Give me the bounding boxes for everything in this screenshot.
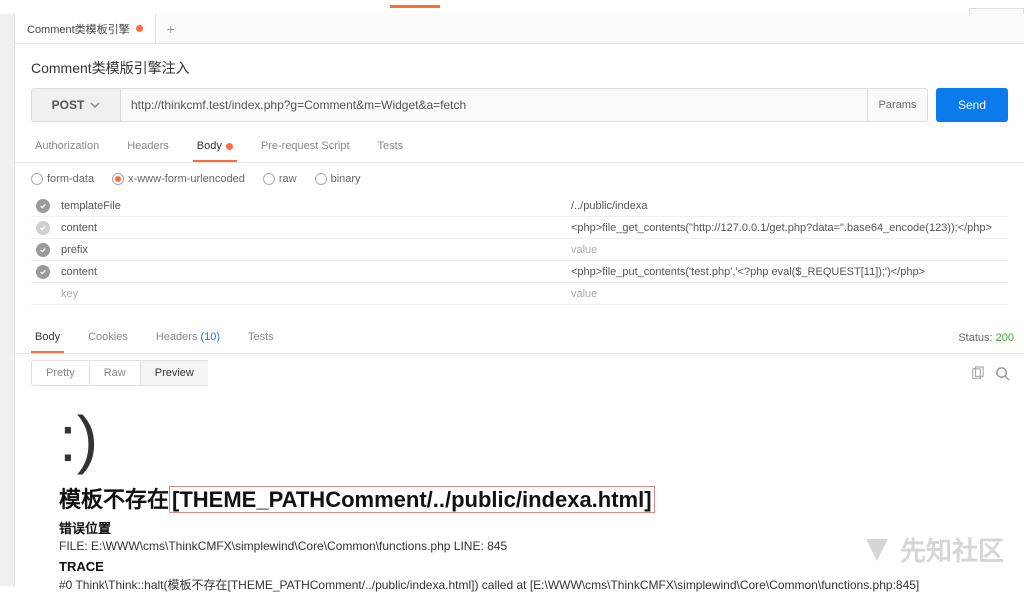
error-file-line: FILE: E:\WWW\cms\ThinkCMFX\simplewind\Co…: [59, 539, 980, 553]
response-tabs: Body Cookies Headers (10) Tests Status: …: [15, 323, 1024, 354]
request-tab-bar: Comment类模板引擎 +: [15, 14, 1024, 44]
resp-headers-label: Headers: [156, 331, 198, 343]
kv-value[interactable]: <php>file_get_contents("http://127.0.0.1…: [565, 222, 1008, 234]
error-trace-line: #0 Think\Think::halt(模板不存在[THEME_PATHCom…: [59, 576, 980, 593]
status-label: Status:: [958, 332, 992, 344]
watermark-logo-icon: [862, 535, 892, 565]
kv-key[interactable]: key: [55, 288, 565, 300]
radio-binary[interactable]: binary: [315, 173, 361, 185]
radio-label: binary: [331, 173, 361, 185]
radio-form-data[interactable]: form-data: [31, 173, 94, 185]
radio-urlencoded[interactable]: x-www-form-urlencoded: [112, 173, 245, 185]
radio-label: x-www-form-urlencoded: [128, 173, 245, 185]
copy-icon[interactable]: [970, 366, 985, 381]
row-toggle[interactable]: [31, 243, 55, 257]
body-kv-table: templateFile /../public/indexa content <…: [15, 195, 1024, 305]
response-view-tabs: Pretty Raw Preview: [15, 354, 1024, 392]
kv-row[interactable]: content <php>file_put_contents('test.php…: [31, 261, 1008, 283]
resp-tab-tests[interactable]: Tests: [244, 323, 278, 353]
error-title-highlight: [THEME_PATHComment/../public/indexa.html…: [169, 486, 655, 513]
http-method-select[interactable]: POST: [31, 88, 121, 122]
radio-label: form-data: [47, 173, 94, 185]
request-tab[interactable]: Comment类模板引擎: [15, 14, 156, 43]
tab-prerequest[interactable]: Pre-request Script: [257, 132, 354, 162]
error-title-pre: 模板不存在: [59, 487, 169, 512]
send-button[interactable]: Send: [936, 88, 1008, 122]
resp-tab-cookies[interactable]: Cookies: [84, 323, 132, 353]
watermark-text: 先知社区: [900, 531, 1004, 568]
kv-key[interactable]: content: [55, 222, 565, 234]
left-gutter: [0, 14, 15, 586]
row-toggle[interactable]: [31, 221, 55, 235]
request-subtabs: Authorization Headers Body Pre-request S…: [15, 132, 1024, 163]
method-label: POST: [52, 98, 85, 112]
body-type-radios: form-data x-www-form-urlencoded raw bina…: [15, 163, 1024, 195]
error-title: 模板不存在[THEME_PATHComment/../public/indexa…: [59, 482, 980, 514]
resp-tab-body[interactable]: Body: [31, 323, 64, 353]
kv-row-empty[interactable]: key value: [31, 283, 1008, 305]
tab-label: Comment类模板引擎: [27, 21, 130, 37]
dot-icon: [226, 143, 233, 150]
main-panel: Comment类模板引擎 + Comment类模版引擎注入 POST Param…: [15, 14, 1024, 609]
view-pretty[interactable]: Pretty: [31, 360, 89, 386]
error-location-heading: 错误位置: [59, 518, 980, 537]
response-preview: :) 模板不存在[THEME_PATHComment/../public/ind…: [15, 392, 1024, 609]
view-preview[interactable]: Preview: [140, 360, 208, 386]
kv-key[interactable]: prefix: [55, 244, 565, 256]
kv-value[interactable]: <php>file_put_contents('test.php','<?php…: [565, 266, 1008, 278]
kv-row[interactable]: prefix value: [31, 239, 1008, 261]
status-code: 200: [996, 332, 1014, 344]
url-input[interactable]: [121, 88, 868, 122]
tab-authorization[interactable]: Authorization: [31, 132, 103, 162]
check-icon: [39, 246, 47, 254]
response-actions: [970, 366, 1010, 381]
kv-key[interactable]: templateFile: [55, 200, 565, 212]
error-face-icon: :): [59, 402, 980, 476]
tab-body-label: Body: [197, 140, 222, 152]
check-icon: [39, 268, 47, 276]
tab-tests[interactable]: Tests: [374, 132, 408, 162]
radio-raw[interactable]: raw: [263, 173, 297, 185]
tab-headers[interactable]: Headers: [123, 132, 173, 162]
check-icon: [39, 224, 47, 232]
kv-row[interactable]: templateFile /../public/indexa: [31, 195, 1008, 217]
kv-value[interactable]: value: [565, 288, 1008, 300]
kv-key[interactable]: content: [55, 266, 565, 278]
watermark: 先知社区: [862, 531, 1004, 568]
tab-body[interactable]: Body: [193, 132, 237, 162]
search-icon[interactable]: [995, 366, 1010, 381]
check-icon: [39, 202, 47, 210]
add-tab-button[interactable]: +: [156, 14, 186, 43]
row-toggle[interactable]: [31, 199, 55, 213]
kv-value[interactable]: value: [565, 244, 1008, 256]
top-accent-bar: [390, 5, 440, 8]
chevron-down-icon: [90, 100, 100, 110]
row-toggle[interactable]: [31, 265, 55, 279]
request-title: Comment类模版引擎注入: [15, 44, 1024, 88]
radio-label: raw: [279, 173, 297, 185]
params-button[interactable]: Params: [868, 88, 928, 122]
headers-count: (10): [200, 331, 220, 343]
request-row: POST Params Send: [15, 88, 1024, 132]
resp-tab-headers[interactable]: Headers (10): [152, 323, 224, 353]
response-status: Status: 200: [958, 332, 1014, 344]
kv-row[interactable]: content <php>file_get_contents("http://1…: [31, 217, 1008, 239]
error-trace-heading: TRACE: [59, 559, 980, 574]
kv-value[interactable]: /../public/indexa: [565, 200, 1008, 212]
unsaved-dot-icon: [136, 25, 143, 32]
view-raw[interactable]: Raw: [89, 360, 140, 386]
